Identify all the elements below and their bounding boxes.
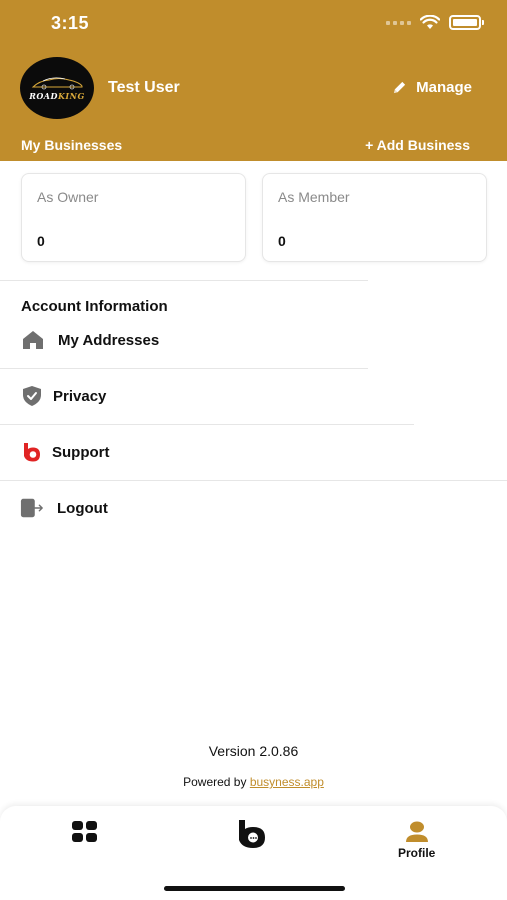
divider bbox=[0, 280, 368, 281]
avatar[interactable]: ROADKING bbox=[20, 57, 94, 119]
avatar-brand: ROADKING bbox=[29, 90, 85, 101]
grid-icon bbox=[72, 821, 97, 842]
owner-count-card[interactable]: As Owner 0 bbox=[21, 173, 246, 262]
account-information-title: Account Information bbox=[21, 298, 168, 315]
home-icon bbox=[21, 328, 45, 352]
powered-by-prefix: Powered by bbox=[183, 775, 250, 789]
menu-item-privacy[interactable]: Privacy bbox=[20, 384, 106, 408]
shield-check-icon bbox=[20, 384, 44, 408]
my-businesses-title: My Businesses bbox=[21, 137, 123, 153]
manage-button[interactable]: Manage bbox=[392, 79, 472, 96]
menu-item-label: Support bbox=[52, 443, 110, 461]
signal-dots-icon bbox=[386, 20, 411, 25]
menu-item-support[interactable]: Support bbox=[20, 440, 110, 464]
tab-profile-label: Profile bbox=[398, 846, 436, 860]
car-logo-icon bbox=[31, 76, 83, 89]
pencil-icon bbox=[394, 81, 406, 94]
logout-icon bbox=[20, 496, 44, 520]
divider bbox=[0, 424, 414, 425]
tab-home[interactable] bbox=[71, 820, 99, 844]
wifi-icon bbox=[420, 15, 440, 29]
member-count-card[interactable]: As Member 0 bbox=[262, 173, 487, 262]
divider bbox=[0, 368, 368, 369]
owner-count-label: As Owner bbox=[37, 189, 99, 205]
busyness-link[interactable]: busyness.app bbox=[250, 775, 324, 789]
menu-item-label: Logout bbox=[57, 499, 108, 517]
profile-header: 3:15 ROADKING Test User Manage My Busine… bbox=[0, 0, 507, 161]
menu-item-my-addresses[interactable]: My Addresses bbox=[21, 328, 159, 352]
tab-busyness[interactable] bbox=[237, 818, 269, 850]
status-time: 3:15 bbox=[51, 13, 90, 33]
menu-item-label: My Addresses bbox=[58, 331, 160, 349]
status-icons bbox=[386, 15, 484, 30]
owner-count-value: 0 bbox=[37, 233, 45, 249]
status-bar: 3:15 bbox=[0, 0, 507, 50]
member-count-label: As Member bbox=[278, 189, 350, 205]
powered-by: Powered by busyness.app bbox=[0, 775, 507, 789]
user-name: Test User bbox=[108, 79, 180, 96]
busyness-logo-icon bbox=[239, 820, 265, 848]
app-version: Version 2.0.86 bbox=[208, 743, 299, 759]
home-indicator bbox=[164, 886, 345, 891]
member-count-value: 0 bbox=[278, 233, 286, 249]
manage-label: Manage bbox=[416, 79, 472, 96]
businesses-title-bar: My Businesses + Add Business bbox=[0, 137, 507, 153]
tab-profile[interactable]: Profile bbox=[398, 820, 435, 860]
busyness-logo-icon bbox=[20, 440, 44, 464]
add-business-button[interactable]: + Add Business bbox=[365, 137, 470, 153]
profile-icon bbox=[405, 821, 428, 842]
battery-icon bbox=[449, 15, 484, 30]
menu-item-label: Privacy bbox=[53, 387, 107, 405]
divider bbox=[0, 480, 507, 481]
menu-item-logout[interactable]: Logout bbox=[20, 496, 108, 520]
